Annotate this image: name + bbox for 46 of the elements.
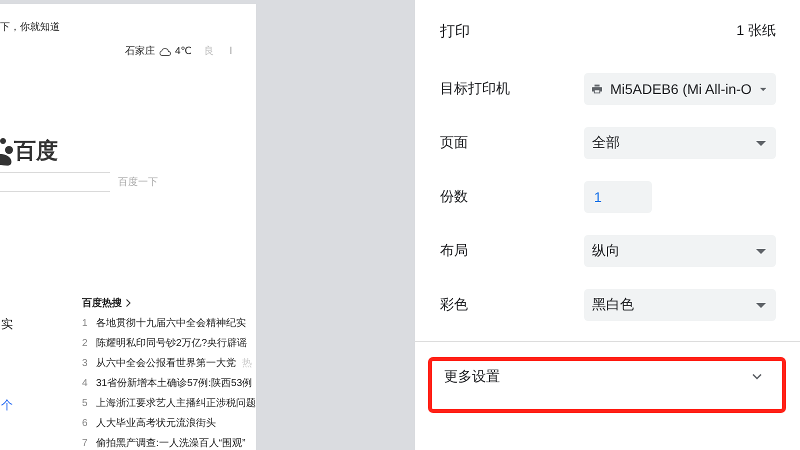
dropdown-caret-icon bbox=[760, 86, 766, 92]
page-tagline: 下，你就知道 bbox=[0, 20, 61, 34]
hot-rank: 4 bbox=[82, 378, 89, 388]
cloud-icon bbox=[158, 46, 171, 56]
sheet-count: 1 张纸 bbox=[736, 22, 776, 40]
setting-label: 份数 bbox=[440, 188, 469, 206]
setting-label: 彩色 bbox=[440, 296, 469, 314]
more-settings-toggle[interactable]: 更多设置 bbox=[428, 357, 786, 413]
hot-item-link[interactable]: 陈耀明私印同号钞2万亿?央行辟谣 bbox=[96, 336, 248, 350]
hot-item-link[interactable]: 人大毕业高考状元流浪街头 bbox=[96, 416, 216, 430]
text-fragment: 实 bbox=[1, 316, 14, 333]
weather-temperature: 4℃ bbox=[174, 46, 192, 56]
logo-text: 百度 bbox=[14, 137, 58, 165]
setting-label: 目标打印机 bbox=[440, 80, 511, 98]
link-fragment[interactable]: 个 bbox=[1, 397, 82, 414]
hot-item-link[interactable]: 各地贯彻十九届六中全会精神纪实 bbox=[96, 316, 246, 330]
hot-rank: 7 bbox=[82, 438, 89, 448]
paw-logo-icon bbox=[0, 136, 14, 166]
dropdown[interactable]: 黑白色 bbox=[584, 289, 776, 321]
dropdown[interactable]: 全部 bbox=[584, 127, 776, 159]
chevron-down-icon bbox=[752, 374, 762, 380]
hot-rank: 1 bbox=[82, 318, 89, 328]
toolbar-fragment: l bbox=[230, 46, 232, 56]
hot-item-link[interactable]: 偷拍黑产调查:一人洗澡百人“围观” bbox=[96, 436, 246, 450]
hot-rank: 2 bbox=[82, 338, 89, 348]
setting-label: 布局 bbox=[440, 242, 469, 260]
hot-item-link[interactable]: 上海浙江要求艺人主播纠正涉税问题 bbox=[96, 396, 256, 410]
setting-label: 页面 bbox=[440, 134, 469, 152]
hot-item-link[interactable]: 从六中全会公报看世界第一大党 bbox=[96, 356, 236, 370]
air-quality: 良 bbox=[204, 44, 214, 58]
panel-title: 打印 bbox=[440, 22, 470, 40]
hot-item-link[interactable]: 31省份新增本土确诊57例:陕西53例 bbox=[96, 376, 252, 390]
chevron-right-icon bbox=[126, 299, 131, 307]
dropdown-caret-icon bbox=[756, 140, 766, 146]
hot-rank: 5 bbox=[82, 398, 89, 408]
search-field[interactable] bbox=[0, 172, 110, 192]
printer-icon bbox=[592, 82, 602, 96]
copies-input[interactable]: 1 bbox=[584, 181, 652, 213]
hot-rank: 6 bbox=[82, 418, 89, 428]
hot-list-title[interactable]: 百度热搜 bbox=[82, 296, 122, 310]
dropdown-caret-icon bbox=[756, 248, 766, 254]
hot-rank: 3 bbox=[82, 358, 89, 368]
dropdown-caret-icon bbox=[756, 302, 766, 308]
dropdown[interactable]: 纵向 bbox=[584, 235, 776, 267]
weather-city: 石家庄 bbox=[124, 44, 155, 58]
printer-dropdown[interactable]: Mi5ADEB6 (Mi All-in-O bbox=[584, 73, 776, 105]
